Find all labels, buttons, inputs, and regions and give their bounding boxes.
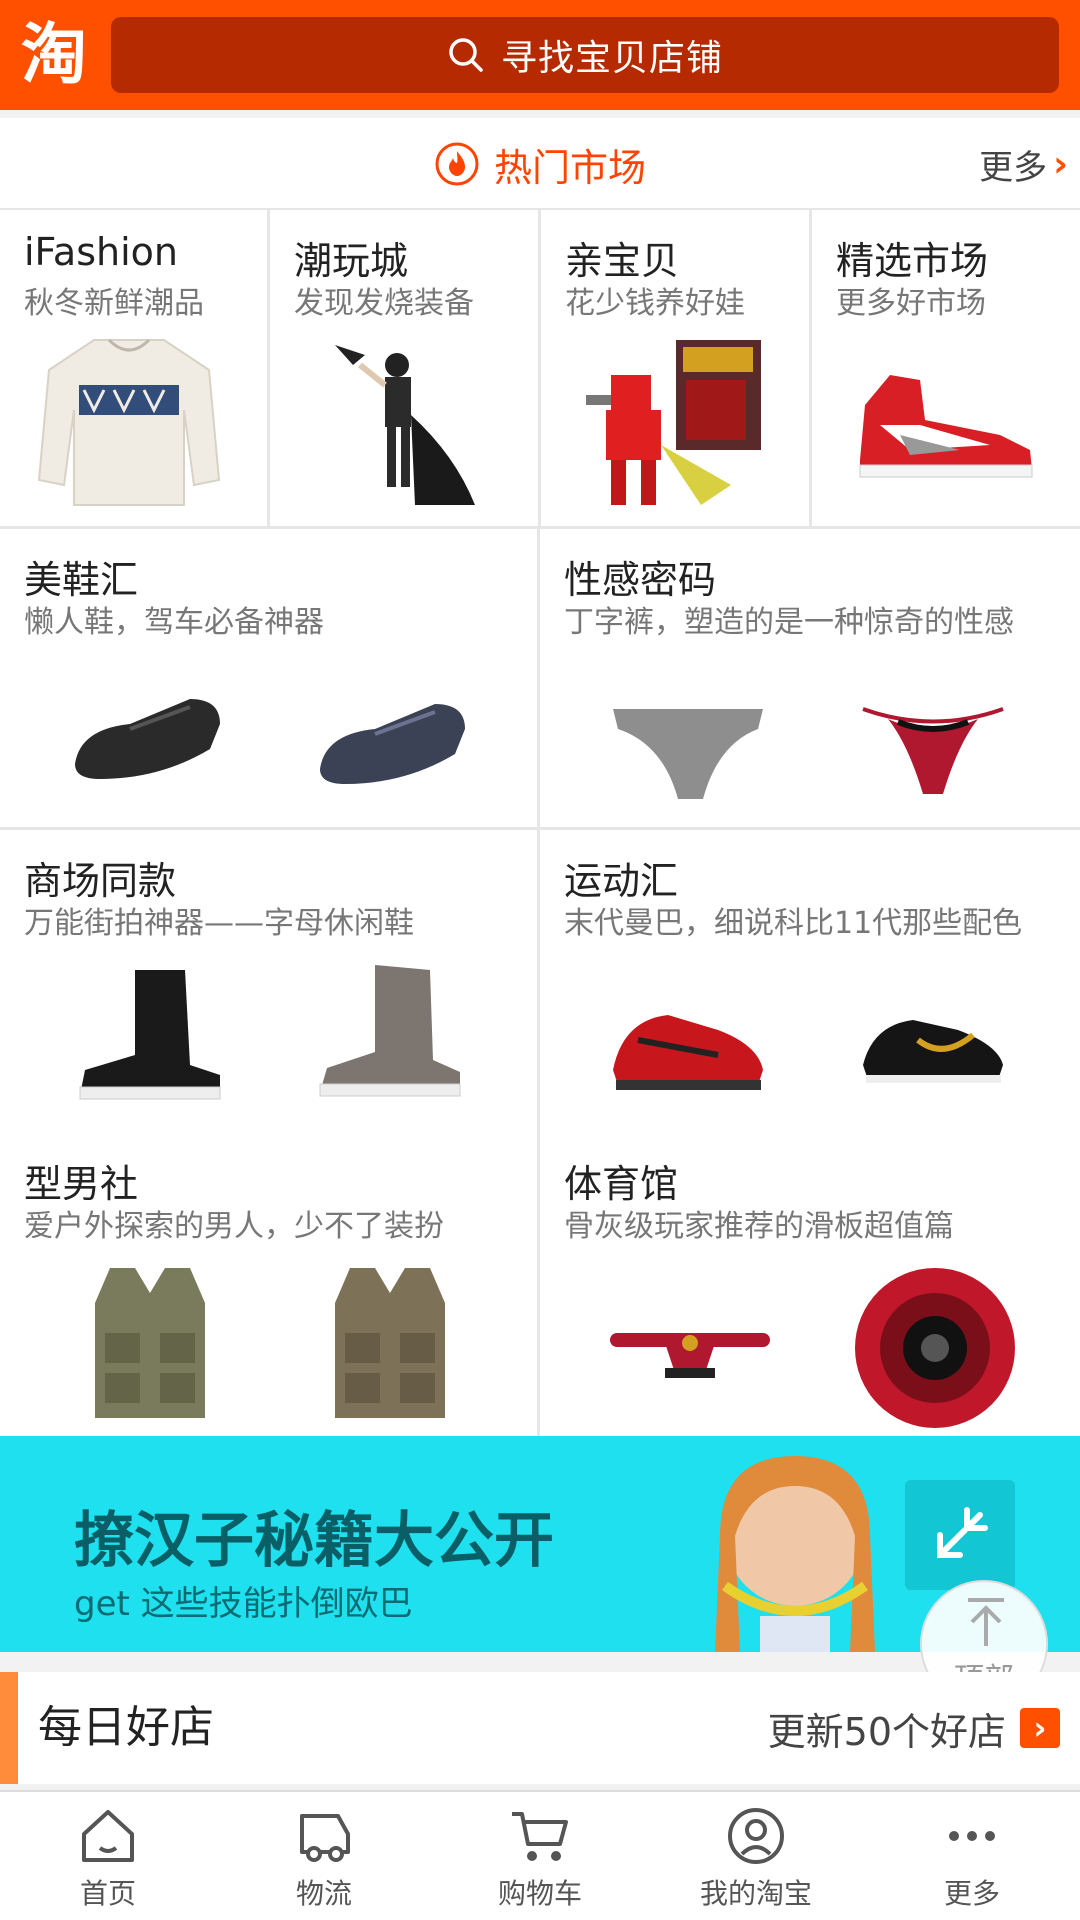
promo-banner[interactable]: 撩汉子秘籍大公开 get 这些技能扑倒欧巴 [0, 1436, 1080, 1652]
more-icon [949, 1831, 995, 1841]
underwear-image-1 [613, 709, 763, 799]
sweater-image [37, 338, 221, 506]
boot-image-1 [79, 970, 221, 1100]
tab-label: 更多 [943, 1877, 1000, 1910]
tab-cart[interactable]: 购物车 [432, 1792, 648, 1920]
shrink-icon[interactable] [905, 1480, 1015, 1590]
daily-shops-header: 每日好店 更新50个好店 › [0, 1672, 1080, 1784]
hot-markets-title: 热门市场 [493, 145, 646, 190]
truck-icon [300, 1814, 350, 1862]
loafer-image-1 [75, 699, 220, 779]
market-subtitle: 秋冬新鲜潮品 [24, 286, 204, 321]
market-card-jingxuan[interactable]: 精选市场 更多好市场 [812, 210, 1080, 526]
market-card-tiyuguan[interactable]: 体育馆 骨灰级玩家推荐的滑板超值篇 [540, 1133, 1080, 1436]
more-markets-link[interactable]: 更多 › [979, 118, 1068, 210]
daily-shops-more[interactable]: 更新50个好店 › [768, 1672, 1060, 1784]
vest-image-1 [95, 1268, 205, 1418]
more-label: 更多 [979, 147, 1048, 188]
arrow-up-icon [968, 1598, 1004, 1646]
grid-divider [267, 210, 270, 526]
banner-title: 撩汉子秘籍大公开 [74, 1506, 554, 1576]
daily-shops-count: 更新50个好店 [767, 1709, 1006, 1754]
market-subtitle: 万能街拍神器——字母休闲鞋 [24, 906, 414, 941]
market-title: 商场同款 [24, 859, 177, 903]
figure-image [335, 345, 475, 505]
market-title: 型男社 [24, 1162, 139, 1206]
market-card-xingnanshe[interactable]: 型男社 爱户外探索的男人，少不了装扮 [0, 1133, 537, 1436]
tab-label: 首页 [79, 1877, 136, 1910]
market-grid: iFashion 秋冬新鲜潮品 潮玩城 发现发烧装备 亲宝贝 花少钱养好娃 精选… [0, 210, 1080, 1436]
market-title: 美鞋汇 [24, 558, 139, 602]
market-title: 运动汇 [564, 859, 679, 903]
market-title: 精选市场 [836, 239, 989, 283]
bottom-tab-bar: 首页 物流 购物车 我的淘宝 更多 [0, 1790, 1080, 1920]
hot-markets-header: 热门市场 更多 › [0, 118, 1080, 210]
tab-label: 购物车 [497, 1877, 582, 1910]
cart-icon [512, 1812, 568, 1861]
market-title: 体育馆 [564, 1162, 679, 1206]
section-accent-bar [0, 1672, 18, 1784]
market-title: 亲宝贝 [565, 239, 680, 283]
chevron-right-icon: › [1020, 1708, 1060, 1748]
vest-image-2 [335, 1268, 445, 1418]
market-title: 潮玩城 [294, 239, 409, 283]
tab-my-taobao[interactable]: 我的淘宝 [648, 1792, 864, 1920]
market-subtitle: 懒人鞋，驾车必备神器 [24, 605, 324, 640]
tab-logistics[interactable]: 物流 [216, 1792, 432, 1920]
market-card-shangchang[interactable]: 商场同款 万能街拍神器——字母休闲鞋 [0, 830, 537, 1130]
tab-label: 我的淘宝 [699, 1877, 812, 1910]
grid-divider [0, 827, 1080, 830]
market-card-chaowancheng[interactable]: 潮玩城 发现发烧装备 [270, 210, 538, 526]
market-title: iFashion [24, 230, 178, 274]
tab-label: 物流 [295, 1877, 352, 1910]
basketball-shoe-image-2 [863, 1020, 1003, 1083]
banner-subtitle: get 这些技能扑倒欧巴 [74, 1584, 413, 1624]
profile-icon [728, 1808, 784, 1864]
top-header: 淘 寻找宝贝店铺 [0, 0, 1080, 110]
daily-shops-title: 每日好店 [38, 1702, 214, 1753]
loafer-image-2 [320, 704, 465, 784]
taobao-logo[interactable]: 淘 [6, 7, 102, 103]
fire-icon [435, 142, 479, 186]
market-card-xinggan[interactable]: 性感密码 丁字裤，塑造的是一种惊奇的性感 [540, 529, 1080, 827]
boot-image-2 [319, 965, 461, 1097]
search-placeholder: 寻找宝贝店铺 [500, 38, 723, 79]
home-icon [82, 1810, 134, 1862]
market-title: 性感密码 [564, 558, 717, 602]
basketball-shoe-image-1 [613, 1015, 763, 1090]
market-card-ifashion[interactable]: iFashion 秋冬新鲜潮品 [0, 210, 267, 526]
market-subtitle: 丁字裤，塑造的是一种惊奇的性感 [564, 605, 1014, 640]
underwear-image-2 [862, 707, 1004, 794]
market-card-qinbaobei[interactable]: 亲宝贝 花少钱养好娃 [541, 210, 809, 526]
search-icon [449, 38, 483, 72]
market-subtitle: 末代曼巴，细说科比11代那些配色 [564, 906, 1023, 941]
sneaker-image [859, 375, 1033, 478]
market-subtitle: 花少钱养好娃 [565, 286, 745, 321]
search-bar[interactable]: 寻找宝贝店铺 [111, 17, 1059, 93]
grid-divider [0, 526, 1080, 529]
chevron-right-icon: › [1053, 143, 1068, 185]
grid-divider [809, 210, 812, 526]
market-subtitle: 更多好市场 [836, 286, 986, 321]
skateboard-wheel-image [855, 1268, 1015, 1428]
hot-markets-title-wrap: 热门市场 [0, 118, 1080, 210]
grid-divider [538, 210, 541, 526]
tab-more[interactable]: 更多 [864, 1792, 1080, 1920]
skateboard-truck-image [610, 1333, 770, 1378]
toy-robot-image [586, 340, 761, 505]
market-subtitle: 爱户外探索的男人，少不了装扮 [24, 1209, 444, 1244]
market-card-meixiehui[interactable]: 美鞋汇 懒人鞋，驾车必备神器 [0, 529, 537, 827]
market-subtitle: 骨灰级玩家推荐的滑板超值篇 [564, 1209, 954, 1244]
market-subtitle: 发现发烧装备 [294, 286, 474, 321]
tab-home[interactable]: 首页 [0, 1792, 216, 1920]
grid-divider [537, 529, 540, 1436]
market-card-yundonghui[interactable]: 运动汇 末代曼巴，细说科比11代那些配色 [540, 830, 1080, 1130]
